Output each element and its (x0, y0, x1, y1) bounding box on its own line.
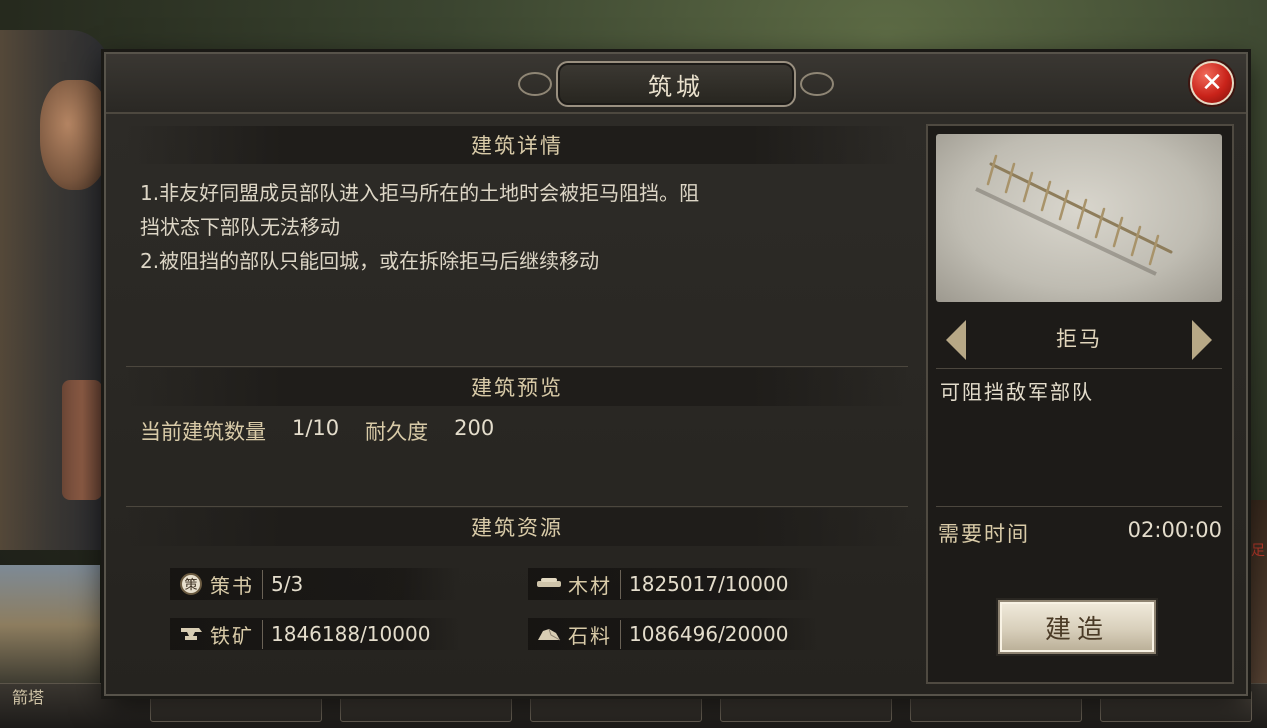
resource-value: 1086496/20000 (629, 622, 789, 646)
dialog-title: 筑城 (556, 61, 796, 107)
divider (936, 368, 1222, 369)
building-name: 拒马 (1056, 327, 1102, 351)
resource-value: 5/3 (271, 572, 304, 596)
resource-name: 木材 (568, 569, 621, 599)
next-arrow-icon[interactable] (1192, 320, 1212, 360)
divider (126, 506, 908, 507)
right-edge-hint: 足 (1251, 543, 1265, 559)
preview-header: 建筑预览 (126, 368, 908, 406)
resource-row-iron: 铁矿 1846188/10000 (170, 618, 460, 650)
fortify-dialog: 筑城 ✕ 建筑详情 1.非友好同盟成员部队进入拒马所在的土地时会被拒马阻挡。阻 … (104, 52, 1248, 696)
resource-name: 石料 (568, 619, 621, 649)
hero-face (40, 80, 110, 190)
wood-icon (536, 571, 562, 597)
close-x-icon: ✕ (1201, 68, 1223, 98)
build-button[interactable]: 建造 (998, 600, 1156, 654)
resource-row-wood: 木材 1825017/10000 (528, 568, 818, 600)
build-time-label: 需要时间 (938, 522, 1030, 546)
resource-name: 策书 (210, 569, 263, 599)
title-ornament-right (800, 72, 834, 96)
resource-value: 1825017/10000 (629, 572, 789, 596)
details-line: 挡状态下部队无法移动 (140, 215, 340, 239)
resource-value: 1846188/10000 (271, 622, 431, 646)
building-count-label: 当前建筑数量 (140, 420, 266, 444)
city-building-thumbnail (0, 565, 100, 685)
previous-arrow-icon[interactable] (946, 320, 966, 360)
details-text: 1.非友好同盟成员部队进入拒马所在的土地时会被拒马阻挡。阻 挡状态下部队无法移动… (140, 176, 900, 278)
svg-text:策: 策 (184, 577, 197, 593)
strategy-book-icon: 策 (178, 571, 204, 597)
building-count-value: 1/10 (292, 416, 340, 440)
building-selector-panel: 拒马 可阻挡敌军部队 需要时间 02:00:00 建造 (926, 124, 1234, 684)
durability-label: 耐久度 (365, 420, 429, 444)
details-line: 2.被阻挡的部队只能回城，或在拆除拒马后继续移动 (140, 249, 600, 273)
resource-row-strategy-book: 策 策书 5/3 (170, 568, 460, 600)
stone-icon (536, 621, 562, 647)
resource-name: 铁矿 (210, 619, 263, 649)
details-line: 1.非友好同盟成员部队进入拒马所在的土地时会被拒马阻挡。阻 (140, 181, 700, 205)
building-preview-image (936, 134, 1222, 302)
bottom-building-label: 箭塔 (12, 688, 45, 707)
build-time-value: 02:00:00 (1127, 518, 1222, 542)
iron-anvil-icon (178, 621, 204, 647)
building-info-panel: 建筑详情 1.非友好同盟成员部队进入拒马所在的土地时会被拒马阻挡。阻 挡状态下部… (126, 126, 908, 678)
building-selector: 拒马 (936, 312, 1222, 364)
title-ornament-left (518, 72, 552, 96)
preview-stats: 当前建筑数量 1/10 耐久度 200 (140, 416, 494, 446)
details-header: 建筑详情 (126, 126, 908, 164)
close-button[interactable]: ✕ (1190, 61, 1234, 105)
building-description: 可阻挡敌军部队 (940, 380, 1094, 404)
durability-value: 200 (454, 416, 495, 440)
divider (936, 506, 1222, 507)
build-time-row: 需要时间 02:00:00 (938, 518, 1222, 548)
hero-scroll (62, 380, 102, 500)
resources-header: 建筑资源 (126, 508, 908, 546)
divider (126, 366, 908, 367)
resource-row-stone: 石料 1086496/20000 (528, 618, 818, 650)
dialog-titlebar: 筑城 ✕ (106, 54, 1246, 114)
cheval-de-frise-illustration (975, 154, 1173, 276)
